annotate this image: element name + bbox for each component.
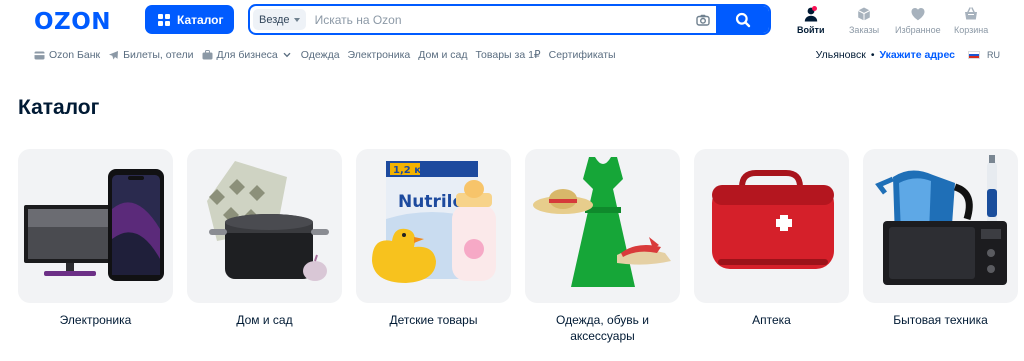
home-garden-image	[187, 149, 342, 303]
clothing-image	[525, 149, 680, 303]
category-card-pharmacy[interactable]: Аптека	[694, 149, 849, 344]
set-address-link[interactable]: Укажите адрес	[880, 49, 955, 61]
category-card-home-garden[interactable]: Дом и сад	[187, 149, 342, 344]
ozon-logo[interactable]: OZON	[34, 9, 111, 35]
cart-label: Корзина	[954, 25, 989, 35]
favorites-button[interactable]: Избранное	[895, 6, 941, 35]
subnav-label: Электроника	[347, 49, 411, 61]
subnav-item-tickets[interactable]: Билеты, отели	[108, 49, 194, 61]
category-label: Бытовая техника	[893, 313, 988, 327]
category-card-appliances[interactable]: Бытовая техника	[863, 149, 1018, 344]
city-label: Ульяновск	[815, 49, 866, 61]
orders-label: Заказы	[849, 25, 880, 35]
catalog-button-label: Каталог	[177, 12, 224, 27]
location-bar: Ульяновск • Укажите адрес RU	[816, 49, 1000, 61]
category-label: Аптека	[752, 313, 791, 327]
category-card-electronics[interactable]: Электроника	[18, 149, 173, 344]
chevron-down-icon	[282, 50, 293, 61]
subnav-item-electronics[interactable]: Электроника	[348, 49, 411, 61]
grid-icon	[158, 13, 170, 26]
card-icon	[34, 50, 45, 61]
electronics-image	[18, 149, 173, 303]
login-button[interactable]: Войти	[797, 6, 824, 35]
subnav-label: Одежда	[300, 49, 340, 61]
search-icon	[735, 12, 750, 27]
box-weight-text: 1,2 кг	[393, 165, 426, 176]
search-scope-select[interactable]: Везде	[253, 9, 306, 30]
subnav-item-certificates[interactable]: Сертификаты	[549, 49, 616, 61]
search-scope-label: Везде	[259, 13, 290, 26]
subnav-label: Ozon Банк	[49, 49, 101, 61]
page-title: Каталог	[18, 96, 100, 119]
subnav-item-home-garden[interactable]: Дом и сад	[418, 49, 467, 61]
favorites-label: Избранное	[895, 25, 941, 35]
category-label: Дом и сад	[236, 313, 293, 327]
location-separator: •	[870, 49, 875, 61]
subnav-item-business[interactable]: Для бизнеса	[202, 49, 293, 61]
category-label: Электроника	[59, 313, 132, 327]
category-card-clothing[interactable]: Одежда, обувь и аксессуары	[525, 149, 680, 344]
subnav-label: Товары за 1₽	[475, 49, 541, 61]
secondary-nav: Ozon Банк Билеты, отели Для бизнеса Одеж…	[34, 49, 616, 61]
category-label: Детские товары	[389, 313, 478, 327]
orders-button[interactable]: Заказы	[849, 6, 879, 35]
search-input[interactable]	[308, 6, 690, 33]
category-list: Электроника Дом и сад 1,2 кг Nutrilon Де…	[18, 149, 1018, 344]
subnav-label: Дом и сад	[418, 49, 468, 61]
pharmacy-image	[694, 149, 849, 303]
box-icon	[858, 7, 871, 21]
login-label: Войти	[797, 25, 825, 35]
search-bar: Везде	[248, 4, 771, 35]
category-card-kids[interactable]: 1,2 кг Nutrilon Детские товары	[356, 149, 511, 344]
subnav-label: Билеты, отели	[123, 49, 194, 61]
user-icon	[803, 6, 819, 22]
subnav-label: Сертификаты	[548, 49, 616, 61]
heart-icon	[911, 8, 925, 21]
camera-icon[interactable]	[690, 6, 716, 33]
search-button[interactable]	[716, 6, 769, 33]
russia-flag-icon[interactable]	[968, 51, 980, 59]
catalog-button[interactable]: Каталог	[145, 5, 234, 34]
subnav-item-one-ruble[interactable]: Товары за 1₽	[475, 49, 540, 61]
plane-icon	[108, 50, 119, 61]
cart-icon	[965, 7, 978, 20]
category-label: Одежда, обувь и аксессуары	[556, 313, 649, 343]
notification-dot	[811, 6, 817, 11]
cart-button[interactable]: Корзина	[954, 6, 988, 35]
kids-image: 1,2 кг Nutrilon	[356, 149, 511, 303]
briefcase-icon	[202, 50, 213, 61]
subnav-item-clothes[interactable]: Одежда	[301, 49, 340, 61]
chevron-down-icon	[293, 17, 300, 22]
subnav-item-ozon-bank[interactable]: Ozon Банк	[34, 49, 100, 61]
appliances-image	[863, 149, 1018, 303]
language-switch[interactable]: RU	[987, 50, 1000, 60]
subnav-label: Для бизнеса	[216, 49, 278, 61]
